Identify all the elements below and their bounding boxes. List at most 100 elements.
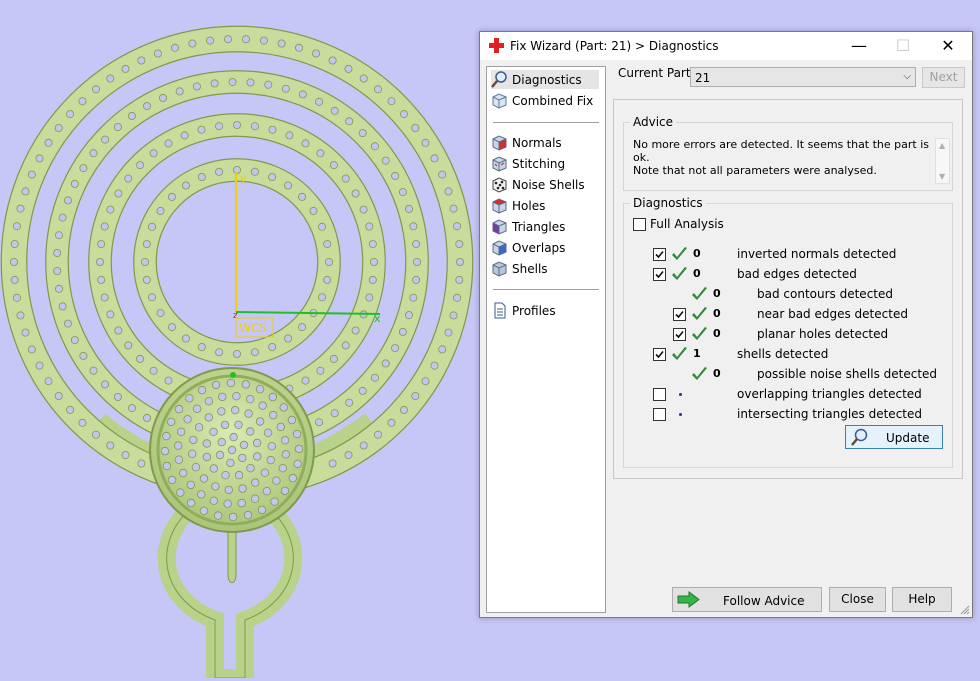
ring-hole [344,451,353,460]
ring-hole [455,275,464,284]
ring-hole [100,222,109,231]
ring-hole [140,257,149,266]
close-window-button[interactable]: ✕ [925,32,971,60]
ring-hole [16,204,25,213]
ring-hole [268,125,277,134]
nav-item-normals[interactable]: Normals [491,133,599,152]
disc-hole [245,427,255,436]
nav-item-profiles[interactable]: Profiles [491,301,599,320]
diagnostic-checkbox[interactable] [673,328,686,341]
ring-hole [369,257,378,266]
nav-item-noise-shells[interactable]: Noise Shells [491,175,599,194]
ring-hole [181,181,190,190]
diagnostic-checkbox[interactable] [653,408,666,421]
3d-viewport[interactable]: y x z WCS [0,0,480,681]
help-button[interactable]: Help [892,587,952,612]
ring-hole [370,142,379,151]
disc-hole [209,427,218,436]
ring-hole [66,110,75,119]
ring-hole [89,149,98,158]
ring-hole [114,326,123,335]
ring-hole [438,345,447,354]
nav-item-shells[interactable]: Shells [491,259,599,278]
ring-hole [315,418,324,427]
ring-hole [89,366,98,375]
ring-hole [92,85,101,94]
disc-hole [258,401,267,410]
ring-hole [455,240,464,249]
resize-grip-icon[interactable] [960,605,970,615]
diagnostic-label: inverted normals detected [737,247,897,261]
update-label: Update [886,431,930,445]
close-button[interactable]: Close [829,587,886,612]
ring-hole [70,179,79,188]
diagnostic-checkbox[interactable] [653,268,666,281]
disc-hole [250,478,260,487]
disc-hole [238,484,247,493]
full-analysis-checkbox[interactable] [633,218,646,231]
minimize-button[interactable]: — [836,32,882,60]
ring-hole [250,348,259,357]
ring-hole [188,39,197,48]
follow-advice-label: Follow Advice [723,594,805,608]
diagnostic-checkbox[interactable] [653,348,666,361]
ring-hole [316,149,325,158]
next-button[interactable]: Next [922,67,965,88]
maximize-button[interactable]: ☐ [880,32,926,60]
ring-hole [330,409,339,418]
ring-hole [44,377,53,386]
ring-hole [370,373,379,382]
ring-hole [55,231,64,240]
title-bar[interactable]: Fix Wizard (Part: 21) > Diagnostics — ☐ … [480,32,972,60]
disc-hole [253,452,262,461]
nav-item-overlaps[interactable]: Overlaps [491,238,599,257]
ring-hole [149,366,158,375]
ring-hole [21,328,30,337]
nav-label: Holes [512,198,546,213]
diagnostic-checkbox[interactable] [653,388,666,401]
disc-hole [229,432,238,442]
update-button[interactable]: Update [845,425,943,449]
ring-hole [197,125,206,134]
ring-hole [359,205,368,214]
ring-hole [12,293,21,302]
disc-hole [294,444,304,454]
ring-hole [409,222,418,231]
shells-cube-icon [492,261,507,277]
ring-hole [398,188,407,197]
nav-item-combined-fix[interactable]: Combined Fix [491,91,599,110]
disc-hole [176,488,185,497]
disc-hole [199,474,209,483]
current-part-value: 21 [695,71,711,85]
diagnostic-checkbox[interactable] [653,248,666,261]
ring-hole [197,342,206,351]
advice-scrollbar[interactable]: ▲ ▼ [935,138,950,184]
nav-item-holes[interactable]: Holes [491,196,599,215]
ring-hole [341,174,350,183]
nav-item-diagnostics[interactable]: Diagnostics [491,70,599,89]
disc-hole [211,380,221,390]
disc-hole [192,404,202,413]
ring-hole [387,418,396,427]
nav-item-stitching[interactable]: Stitching [491,154,599,173]
current-part-select[interactable]: 21 ⌵ [690,67,916,87]
window-title: Fix Wizard (Part: 21) > Diagnostics [510,39,719,53]
ring-hole [21,187,30,196]
ring-hole [430,154,439,163]
disc-hole [246,464,255,473]
diagnostic-checkbox[interactable] [673,308,686,321]
disc-hole [186,480,195,490]
nav-label: Overlaps [512,240,566,255]
green-check-icon [671,346,688,363]
disc-hole [173,441,183,450]
disc-hole [276,422,285,432]
ring-hole [101,135,110,144]
disc-hole [160,446,170,456]
follow-advice-button[interactable]: Follow Advice [672,587,822,612]
part-model[interactable]: y x z WCS [0,0,480,681]
diagnostic-count: 0 [713,367,721,380]
nav-item-triangles[interactable]: Triangles [491,217,599,236]
nav-label: Combined Fix [512,93,594,108]
disc-hole [209,464,218,473]
disc-hole [241,380,251,389]
